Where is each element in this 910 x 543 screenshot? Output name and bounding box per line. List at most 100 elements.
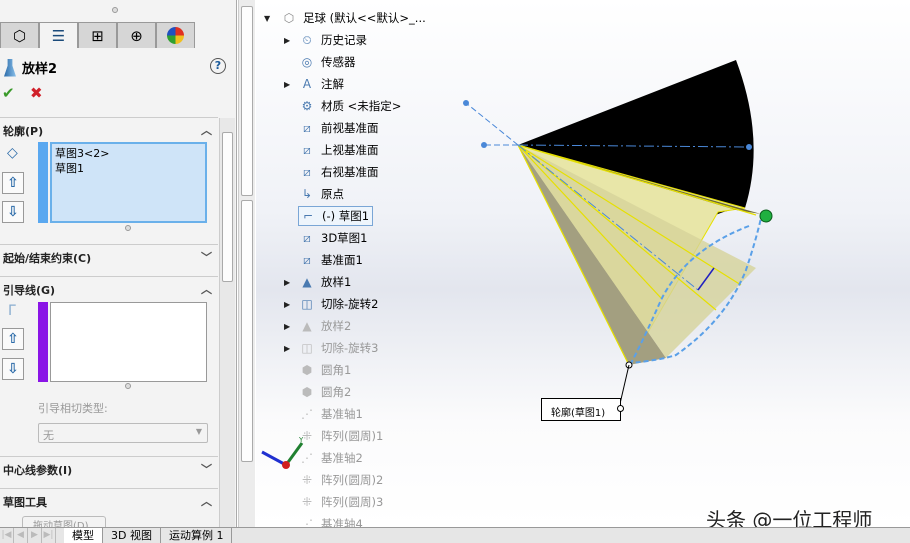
section-label: 中心线参数(I) bbox=[3, 464, 73, 477]
expand-arrow-icon[interactable]: ▶ bbox=[284, 344, 290, 353]
tree-item[interactable]: ⁜ 阵列(圆周)2 bbox=[298, 470, 383, 490]
tab-model[interactable]: 模型 bbox=[64, 528, 103, 543]
move-up-button[interactable]: ⇧ bbox=[2, 172, 24, 194]
expand-arrow-icon[interactable]: ▶ bbox=[284, 300, 290, 309]
list-resize-grip[interactable] bbox=[125, 225, 131, 231]
sketch-point[interactable] bbox=[463, 100, 469, 106]
circular-pattern-icon: ⁜ bbox=[301, 429, 313, 443]
resize-grip[interactable] bbox=[112, 7, 118, 13]
collapse-arrow-icon[interactable]: ▼ bbox=[264, 14, 270, 23]
plane-icon: ⧄ bbox=[303, 164, 311, 179]
tree-item[interactable]: ⋰ 基准轴1 bbox=[298, 404, 363, 424]
move-down-button[interactable]: ⇩ bbox=[2, 358, 24, 380]
property-manager-panel: ⬡ ☰ ⊞ ⊕ 放样2 ? ✔ ✖ 轮廓(P) ︿ ◇ ⇧ ⇩ 草图3<2> 草图… bbox=[0, 0, 237, 530]
first-tab-button[interactable]: |◀ bbox=[0, 528, 14, 543]
tangency-label: 引导相切类型: bbox=[38, 402, 108, 415]
configuration-manager-icon: ⊞ bbox=[91, 26, 104, 45]
tree-item[interactable]: ⧄ 3D草图1 bbox=[298, 228, 368, 248]
tree-item[interactable]: ↳ 原点 bbox=[298, 184, 344, 204]
guide-color-bar bbox=[38, 302, 48, 382]
connector-handle[interactable] bbox=[759, 209, 773, 223]
circular-pattern-icon: ⁜ bbox=[301, 495, 313, 509]
profile-icon: ◇ bbox=[7, 145, 18, 161]
tab-configuration-manager[interactable]: ⊞ bbox=[78, 22, 117, 48]
tree-item[interactable]: ⧄ 前视基准面 bbox=[298, 118, 378, 138]
last-tab-button[interactable]: ▶| bbox=[42, 528, 56, 543]
3d-sketch-icon: ⧄ bbox=[303, 230, 311, 245]
loft-icon: ▲ bbox=[302, 275, 312, 289]
scrollbar-thumb[interactable] bbox=[241, 6, 253, 196]
profile-list[interactable]: 草图3<2> 草图1 bbox=[50, 142, 207, 223]
sketch-point[interactable] bbox=[746, 144, 752, 150]
tree-item-label: 3D草图1 bbox=[321, 231, 368, 245]
guide-curve-icon: ᒥ bbox=[8, 303, 16, 319]
guide-list[interactable] bbox=[50, 302, 207, 382]
tree-item-label: 基准轴1 bbox=[321, 407, 363, 421]
tab-display-manager[interactable] bbox=[156, 22, 195, 48]
scrollbar-thumb[interactable] bbox=[222, 132, 233, 282]
expand-arrow-icon[interactable]: ▶ bbox=[284, 80, 290, 89]
centerline bbox=[465, 102, 519, 146]
annotation-icon: A bbox=[302, 77, 312, 91]
cut-revolve-icon: ◫ bbox=[301, 297, 313, 311]
tree-root[interactable]: ▼ ⬡ 足球 (默认<<默认>_... bbox=[264, 8, 426, 28]
tree-item[interactable]: ⧄ 基准面1 bbox=[298, 250, 363, 270]
section-label: 起始/结束约束(C) bbox=[3, 252, 92, 265]
part-icon: ⬡ bbox=[283, 11, 295, 25]
expand-arrow-icon[interactable]: ▶ bbox=[284, 322, 290, 331]
section-guides-header[interactable]: 引导线(G) ︿ bbox=[0, 276, 218, 300]
tree-item[interactable]: ▶ ▲ 放样1 bbox=[284, 272, 351, 292]
tree-item-label: 右视基准面 bbox=[321, 165, 379, 179]
tree-item[interactable]: ⧄ 上视基准面 bbox=[298, 140, 378, 160]
move-up-button[interactable]: ⇧ bbox=[2, 328, 24, 350]
tree-item[interactable]: ▶ ◫ 切除-旋转3 bbox=[284, 338, 378, 358]
sketch-point[interactable] bbox=[481, 142, 487, 148]
tab-dimxpert[interactable]: ⊕ bbox=[117, 22, 156, 48]
expand-arrow-icon[interactable]: ▶ bbox=[284, 278, 290, 287]
history-icon: ⏲ bbox=[302, 32, 312, 47]
callout-handle[interactable] bbox=[617, 405, 624, 412]
panel-scrollbar[interactable] bbox=[219, 118, 235, 527]
axis-icon: ⋰ bbox=[301, 451, 313, 465]
tree-item-label: 放样2 bbox=[321, 319, 352, 333]
tree-item-label: 原点 bbox=[321, 187, 344, 201]
tree-item[interactable]: ⌐ (-) 草图1 bbox=[298, 206, 374, 226]
section-centerline-header[interactable]: 中心线参数(I) ﹀ bbox=[0, 456, 218, 480]
tree-item[interactable]: ⁜ 阵列(圆周)3 bbox=[298, 492, 383, 512]
profile-callout[interactable]: 轮廓(草图1) bbox=[541, 398, 624, 421]
tree-item[interactable]: ▶ A 注解 bbox=[284, 74, 344, 94]
tree-item[interactable]: ⚙ 材质 <未指定> bbox=[298, 96, 402, 116]
tree-item[interactable]: ⋰ 基准轴2 bbox=[298, 448, 363, 468]
list-item[interactable]: 草图3<2> bbox=[55, 146, 202, 161]
tree-item[interactable]: ⁜ 阵列(圆周)1 bbox=[298, 426, 383, 446]
tab-property-manager[interactable]: ☰ bbox=[39, 22, 78, 48]
plane-icon: ⧄ bbox=[303, 142, 311, 157]
tree-item[interactable]: ▶ ⏲ 历史记录 bbox=[284, 30, 367, 50]
expand-arrow-icon[interactable]: ▶ bbox=[284, 36, 290, 45]
list-resize-grip[interactable] bbox=[125, 383, 131, 389]
ok-button[interactable]: ✔ bbox=[2, 84, 15, 102]
tree-item[interactable]: ◎ 传感器 bbox=[298, 52, 356, 72]
move-down-button[interactable]: ⇩ bbox=[2, 201, 24, 223]
tree-item[interactable]: ⬢ 圆角1 bbox=[298, 360, 352, 380]
cancel-button[interactable]: ✖ bbox=[30, 84, 43, 102]
section-start-end-header[interactable]: 起始/结束约束(C) ﹀ bbox=[0, 244, 218, 268]
next-tab-button[interactable]: ▶ bbox=[28, 528, 42, 543]
tree-item[interactable]: ▶ ▲ 放样2 bbox=[284, 316, 352, 336]
prev-tab-button[interactable]: ◀ bbox=[14, 528, 28, 543]
help-button[interactable]: ? bbox=[210, 58, 226, 74]
axis-icon: ⋰ bbox=[301, 407, 313, 421]
section-sketch-tools-header[interactable]: 草图工具 ︿ bbox=[0, 488, 218, 512]
scrollbar-thumb[interactable] bbox=[241, 200, 253, 462]
tab-feature-manager[interactable]: ⬡ bbox=[0, 22, 39, 48]
tree-item[interactable]: ⧄ 右视基准面 bbox=[298, 162, 379, 182]
list-item[interactable]: 草图1 bbox=[55, 161, 202, 176]
tab-3d-view[interactable]: 3D 视图 bbox=[103, 528, 161, 543]
tangency-select[interactable]: 无 ▼ bbox=[38, 423, 208, 443]
tree-item[interactable]: ⬢ 圆角2 bbox=[298, 382, 352, 402]
tab-motion-study[interactable]: 运动算例 1 bbox=[161, 528, 233, 543]
tree-item-label: 基准面1 bbox=[321, 253, 363, 267]
splitter-scrollbar[interactable] bbox=[238, 0, 255, 527]
section-profile-header[interactable]: 轮廓(P) ︿ bbox=[0, 117, 218, 141]
tree-item[interactable]: ▶ ◫ 切除-旋转2 bbox=[284, 294, 378, 314]
